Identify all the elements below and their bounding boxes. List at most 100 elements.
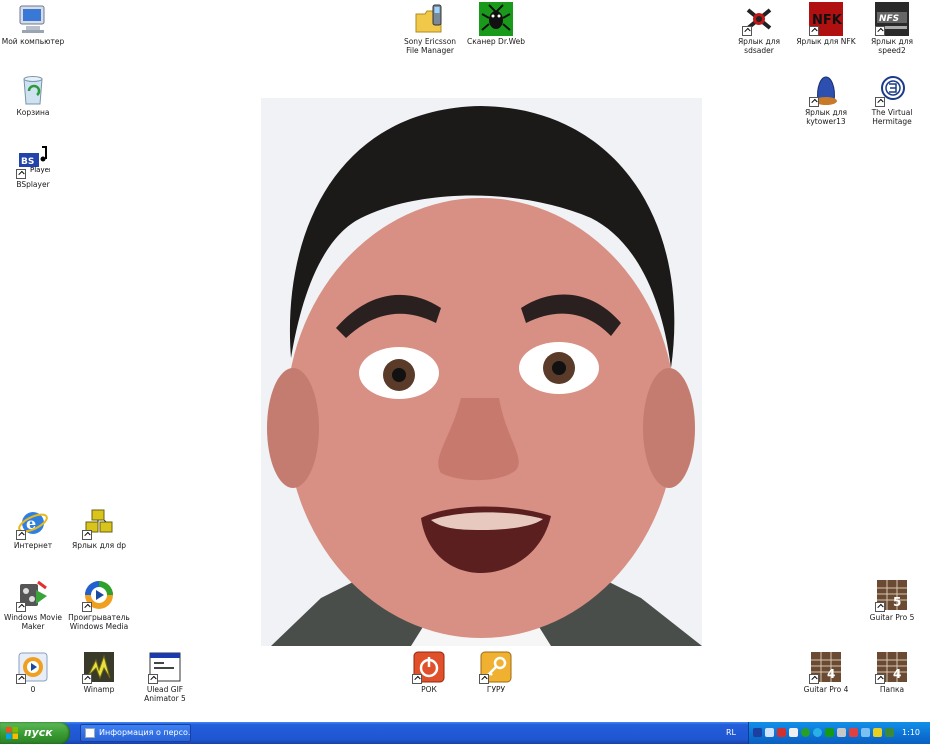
security-icon[interactable] xyxy=(885,728,894,737)
shortcut-arrow-icon xyxy=(412,674,422,684)
network-icon[interactable] xyxy=(753,728,762,737)
dp-icon xyxy=(82,506,116,540)
display-icon[interactable] xyxy=(789,728,798,737)
desktop-icon-movie-maker[interactable]: Windows Movie Maker xyxy=(0,578,66,631)
desktop-icon-gif-animator[interactable]: Ulead GIF Animator 5 xyxy=(132,650,198,703)
bsplayer-icon: BS Player xyxy=(16,145,50,179)
guitar-pro-4-icon: 4 xyxy=(809,650,843,684)
virtual-hermitage-icon xyxy=(875,73,909,107)
volume-icon[interactable] xyxy=(837,728,846,737)
desktop-icon-windows-media[interactable]: Проигрыватель Windows Media xyxy=(66,578,132,631)
drweb-icon[interactable] xyxy=(825,728,834,737)
icon-label: Ulead GIF Animator 5 xyxy=(144,685,186,703)
language-indicator[interactable]: RL xyxy=(722,722,740,744)
icon-label: Ярлык для speed2 xyxy=(870,37,914,55)
desktop-icon-rok[interactable]: РОК xyxy=(396,650,462,695)
desktop-icon-sdsader[interactable]: Ярлык для sdsader xyxy=(726,2,792,55)
svg-text:NFS: NFS xyxy=(879,14,899,24)
drweb-scanner-icon xyxy=(479,2,513,36)
icon-label: The Virtual Hermitage xyxy=(871,108,913,126)
network-icon[interactable] xyxy=(765,728,774,737)
desktop-icon-dp[interactable]: Ярлык для dp xyxy=(66,506,132,551)
safe-remove-icon[interactable] xyxy=(861,728,870,737)
desktop-icon-my-computer[interactable]: Мой компьютер xyxy=(0,2,66,47)
icon-label: РОК xyxy=(421,685,437,694)
file-manager-icon xyxy=(413,2,447,36)
icon-label: Мой компьютер xyxy=(1,37,65,46)
start-button[interactable]: пуск xyxy=(0,722,70,744)
desktop: Мой компьютер Корзина BS Player BSplayer … xyxy=(0,0,930,722)
shortcut-arrow-icon xyxy=(82,530,92,540)
desktop-icon-guitar-pro-5[interactable]: 5 Guitar Pro 5 xyxy=(859,578,925,623)
desktop-icon-kytower[interactable]: Ярлык для kytower13 xyxy=(793,73,859,126)
shortcut-arrow-icon xyxy=(479,674,489,684)
desktop-icon-media-0[interactable]: 0 xyxy=(0,650,66,695)
start-label: пуск xyxy=(24,726,53,739)
desktop-icon-recycle-bin[interactable]: Корзина xyxy=(0,73,66,118)
icon-label: Guitar Pro 5 xyxy=(869,613,915,622)
task-label: Информация о персо... xyxy=(99,728,191,737)
gif-animator-icon xyxy=(148,650,182,684)
media-player-icon xyxy=(16,650,50,684)
guitar-pro-5-icon: 5 xyxy=(875,578,909,612)
icon-label: ГУРУ xyxy=(486,685,506,694)
icon-label: Сканер Dr.Web xyxy=(467,37,525,46)
svg-text:4: 4 xyxy=(827,667,835,681)
icon-label: Интернет xyxy=(13,541,53,550)
desktop-icon-speed2[interactable]: NFS Ярлык для speed2 xyxy=(859,2,925,55)
nfs-speed2-icon: NFS xyxy=(875,2,909,36)
recycle-bin-icon xyxy=(16,73,50,107)
icon-label: BSplayer xyxy=(16,180,50,189)
icon-label: Guitar Pro 4 xyxy=(803,685,849,694)
power-icon xyxy=(412,650,446,684)
desktop-icon-guru[interactable]: ГУРУ xyxy=(463,650,529,695)
desktop-icon-nfk[interactable]: NFK Ярлык для NFK xyxy=(793,2,859,47)
icon-label: Sony Ericsson File Manager xyxy=(403,37,457,55)
shortcut-arrow-icon xyxy=(16,169,26,179)
taskbar: пуск Информация о персо... RL 1:10 xyxy=(0,722,930,744)
wallpaper-photo xyxy=(261,98,702,646)
icon-label: Windows Movie Maker xyxy=(3,613,63,631)
guitar-pro-folder-icon: 4 xyxy=(875,650,909,684)
shortcut-arrow-icon xyxy=(809,97,819,107)
shortcut-arrow-icon xyxy=(809,26,819,36)
icon-label: Проигрыватель Windows Media xyxy=(68,613,130,631)
shortcut-arrow-icon xyxy=(875,674,885,684)
volume-icon[interactable] xyxy=(849,728,858,737)
my-computer-icon xyxy=(16,2,50,36)
shield-icon[interactable] xyxy=(873,728,882,737)
desktop-icon-bsplayer[interactable]: BS Player BSplayer xyxy=(0,145,66,190)
shortcut-arrow-icon xyxy=(16,674,26,684)
key-icon xyxy=(479,650,513,684)
icon-label: Ярлык для kytower13 xyxy=(804,108,848,126)
desktop-icon-file-manager[interactable]: Sony Ericsson File Manager xyxy=(397,2,463,55)
system-tray: 1:10 xyxy=(748,722,930,744)
desktop-icon-drweb[interactable]: Сканер Dr.Web xyxy=(463,2,529,47)
desktop-icon-folder[interactable]: 4 Папка xyxy=(859,650,925,695)
icon-label: Ярлык для dp xyxy=(72,541,126,550)
antivirus-icon[interactable] xyxy=(777,728,786,737)
clock[interactable]: 1:10 xyxy=(902,722,920,744)
shortcut-arrow-icon xyxy=(875,602,885,612)
svg-text:5: 5 xyxy=(893,595,901,609)
shortcut-arrow-icon xyxy=(16,530,26,540)
update-icon[interactable] xyxy=(813,728,822,737)
taskbar-task-button[interactable]: Информация о персо... xyxy=(80,724,191,742)
sdsader-icon xyxy=(742,2,776,36)
desktop-icon-virtual-hermitage[interactable]: The Virtual Hermitage xyxy=(859,73,925,126)
desktop-icon-guitar-pro-4[interactable]: 4 Guitar Pro 4 xyxy=(793,650,859,695)
icon-label: Корзина xyxy=(16,108,50,117)
shortcut-arrow-icon xyxy=(742,26,752,36)
icon-label: 0 xyxy=(30,685,36,694)
desktop-icon-internet[interactable]: e Интернет xyxy=(0,506,66,551)
icon-label: Ярлык для NFK xyxy=(796,37,856,46)
kytower-icon xyxy=(809,73,843,107)
desktop-icon-winamp[interactable]: Winamp xyxy=(66,650,132,695)
movie-maker-icon xyxy=(16,578,50,612)
shortcut-arrow-icon xyxy=(82,602,92,612)
internet-explorer-icon: e xyxy=(16,506,50,540)
shortcut-arrow-icon xyxy=(875,97,885,107)
messenger-icon[interactable] xyxy=(801,728,810,737)
winamp-icon xyxy=(82,650,116,684)
shortcut-arrow-icon xyxy=(875,26,885,36)
